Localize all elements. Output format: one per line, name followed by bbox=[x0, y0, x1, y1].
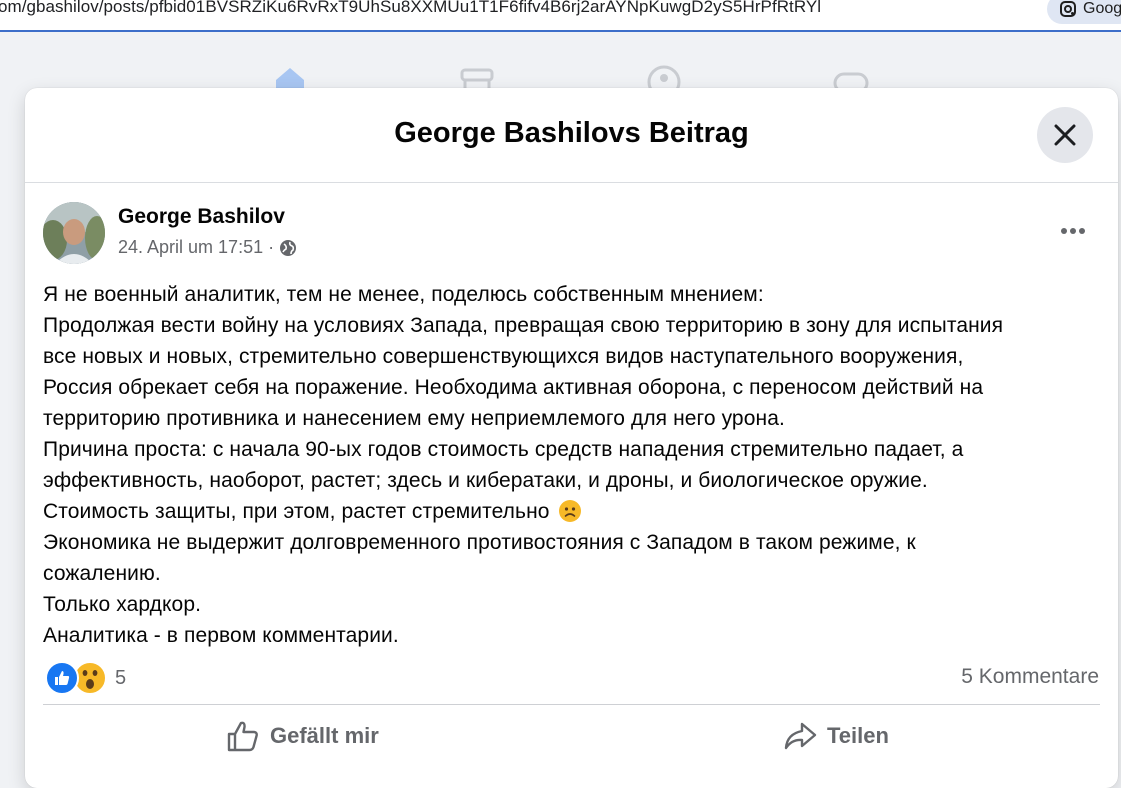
action-divider bbox=[43, 704, 1100, 705]
meta-separator: · bbox=[268, 237, 275, 257]
more-dot-icon bbox=[1070, 228, 1076, 234]
reaction-count: 5 bbox=[115, 666, 127, 689]
more-dot-icon bbox=[1079, 228, 1085, 234]
like-reaction-icon bbox=[45, 661, 79, 695]
thumbs-up-icon bbox=[227, 721, 258, 752]
post-meta: 24. April um 17:51 · bbox=[118, 237, 297, 258]
post-line: все новых и новых, стремительно совершен… bbox=[43, 345, 964, 368]
post-line: Причина проста: с начала 90-ых годов сто… bbox=[43, 438, 964, 461]
globe-icon bbox=[280, 239, 297, 256]
more-options-button[interactable] bbox=[1053, 216, 1093, 246]
close-icon bbox=[1054, 124, 1076, 146]
google-lens-chip[interactable]: Goog bbox=[1047, 0, 1121, 24]
modal-title: George Bashilovs Beitrag bbox=[394, 117, 749, 149]
frowning-face-emoji-icon bbox=[558, 500, 581, 522]
like-button[interactable]: Gefällt mir bbox=[226, 718, 379, 754]
post-line: сожалению. bbox=[43, 562, 161, 585]
post-modal: George Bashilovs Beitrag George Bashilov… bbox=[25, 88, 1118, 788]
post-line: Аналитика - в первом комментарии. bbox=[43, 624, 399, 647]
author-avatar[interactable] bbox=[43, 202, 105, 264]
post-line: Продолжая вести войну на условиях Запада… bbox=[43, 314, 1004, 337]
post-line: Стоимость защиты, при этом, растет стрем… bbox=[43, 500, 550, 523]
close-button[interactable] bbox=[1037, 107, 1093, 163]
post-line: Только хардкор. bbox=[43, 593, 202, 616]
post-line: Я не военный аналитик, тем не менее, под… bbox=[43, 283, 764, 306]
share-button[interactable]: Teilen bbox=[783, 718, 889, 754]
comments-count-link[interactable]: 5 Kommentare bbox=[961, 665, 1099, 689]
post-line: Экономика не выдержит долговременного пр… bbox=[43, 531, 916, 554]
share-arrow-icon bbox=[784, 722, 817, 750]
browser-address-bar[interactable]: om/gbashilov/posts/pfbid01BVSRZiKu6RvRxT… bbox=[0, 0, 1121, 32]
post-timestamp[interactable]: 24. April um 17:51 bbox=[118, 237, 263, 258]
more-dot-icon bbox=[1061, 228, 1067, 234]
modal-header: George Bashilovs Beitrag bbox=[25, 88, 1118, 183]
author-name[interactable]: George Bashilov bbox=[118, 205, 285, 229]
share-label: Teilen bbox=[827, 723, 889, 748]
url-text[interactable]: om/gbashilov/posts/pfbid01BVSRZiKu6RvRxT… bbox=[0, 0, 821, 17]
post-line: эффективность, наоборот, растет; здесь и… bbox=[43, 469, 928, 492]
reactions-summary[interactable]: 5 bbox=[45, 661, 127, 695]
google-chip-label: Goog bbox=[1083, 0, 1121, 17]
like-label: Gefällt mir bbox=[270, 723, 379, 748]
post-line: территорию противника и нанесением ему н… bbox=[43, 407, 785, 430]
lens-icon bbox=[1060, 1, 1076, 17]
avatar-photo bbox=[43, 202, 105, 264]
post-text: Я не военный аналитик, тем не менее, под… bbox=[43, 279, 1103, 651]
post-line-with-emoji: Стоимость защиты, при этом, растет стрем… bbox=[43, 496, 1103, 527]
post-line: Россия обрекает себя на поражение. Необх… bbox=[43, 376, 984, 399]
